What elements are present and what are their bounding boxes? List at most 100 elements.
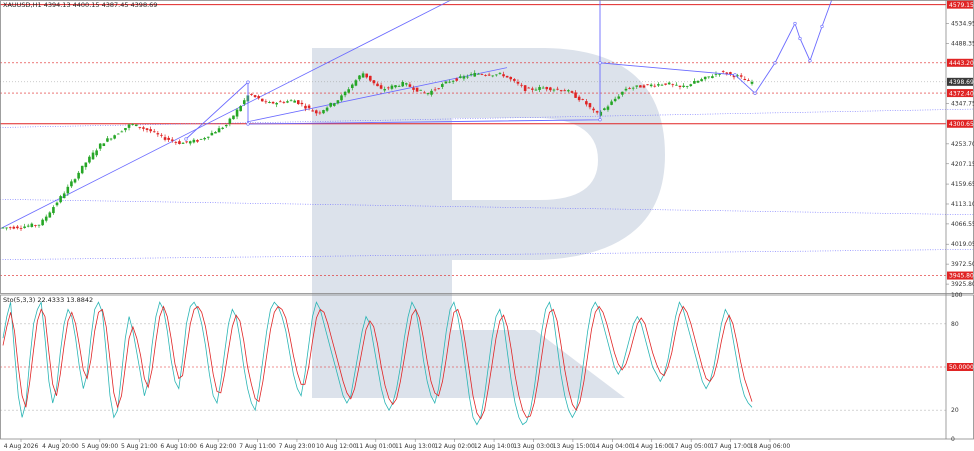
- y-tick-label: 4488.35: [951, 40, 974, 47]
- candle-body: [174, 142, 178, 143]
- candle-body: [282, 102, 286, 104]
- price-label: 4300.65: [949, 121, 974, 128]
- candle-body: [149, 129, 152, 132]
- candle-body: [495, 74, 498, 76]
- candle-body: [19, 228, 23, 229]
- candle-body: [80, 165, 84, 174]
- candle-body: [405, 83, 408, 85]
- candle-body: [271, 101, 275, 104]
- candle-body: [44, 216, 48, 221]
- candle-body: [657, 84, 660, 86]
- candle-body: [62, 193, 66, 199]
- candle-body: [685, 86, 689, 87]
- candle-body: [102, 143, 106, 147]
- candle-body: [34, 225, 37, 226]
- candle-body: [559, 90, 563, 92]
- candle-body: [26, 225, 30, 227]
- price-label: 4372.40: [949, 90, 974, 97]
- candle-body: [563, 90, 567, 92]
- candle-body: [304, 105, 307, 109]
- candle-body: [134, 124, 138, 127]
- x-tick-label: 5 Aug 09:00: [82, 443, 119, 450]
- candle-body: [739, 75, 743, 77]
- candle-body: [433, 89, 437, 91]
- y-tick-label: 4159.65: [951, 181, 974, 188]
- candle-body: [250, 94, 253, 95]
- candle-body: [289, 100, 293, 102]
- candle-body: [635, 85, 639, 87]
- x-tick-label: 5 Aug 21:00: [121, 443, 158, 450]
- candle-body: [570, 91, 574, 93]
- candle-body: [127, 124, 131, 128]
- projection-node: [598, 61, 602, 65]
- candle-body: [322, 110, 325, 114]
- candle-body: [318, 112, 322, 114]
- candle-body: [106, 138, 109, 142]
- projection-node: [773, 61, 777, 65]
- candle-body: [163, 137, 167, 140]
- candle-body: [214, 132, 217, 134]
- candle-body: [603, 108, 606, 111]
- x-tick-label: 11 Aug 01:00: [356, 443, 397, 450]
- y-tick-label: 4534.95: [951, 21, 974, 28]
- candle-body: [242, 100, 246, 105]
- candle-body: [332, 103, 336, 106]
- x-tick-label: 12 Aug 02:00: [434, 443, 475, 450]
- candle-body: [649, 84, 653, 87]
- x-tick-label: 13 Aug 15:00: [553, 443, 594, 450]
- candle-body: [55, 202, 59, 206]
- candle-body: [372, 80, 376, 84]
- candle-body: [113, 135, 116, 139]
- x-tick-label: 10 Aug 12:00: [316, 443, 357, 450]
- candle-body: [390, 85, 394, 89]
- candle-body: [624, 88, 628, 91]
- candle-body: [347, 89, 350, 93]
- candle-body: [37, 224, 41, 226]
- candle-body: [513, 79, 516, 81]
- candle-body: [523, 85, 527, 91]
- candle-body: [549, 87, 552, 91]
- x-tick-label: 7 Aug 11:00: [239, 443, 276, 450]
- candle-body: [473, 72, 477, 77]
- candle-body: [415, 87, 419, 92]
- x-tick-label: 4 Aug 2026: [4, 443, 39, 450]
- candle-body: [592, 108, 595, 111]
- candle-body: [210, 132, 214, 136]
- projection-node: [598, 118, 602, 122]
- candle-body: [383, 89, 387, 91]
- candle-body: [387, 87, 390, 89]
- candle-body: [160, 134, 163, 136]
- candle-body: [397, 86, 401, 87]
- candle-body: [156, 133, 160, 135]
- candle-body: [293, 100, 296, 103]
- x-tick-label: 6 Aug 10:00: [160, 443, 197, 450]
- candle-body: [667, 82, 671, 85]
- y-tick-label: 3972.50: [951, 261, 974, 268]
- candle-body: [124, 127, 127, 131]
- candle-body: [138, 126, 142, 128]
- candle-body: [466, 76, 469, 78]
- candle-body: [502, 74, 505, 77]
- projection-node: [184, 137, 188, 141]
- candle-body: [131, 124, 134, 125]
- candle-body: [721, 71, 725, 73]
- candle-body: [84, 162, 88, 168]
- candle-body: [401, 81, 405, 87]
- candle-body: [340, 95, 343, 101]
- candle-body: [588, 103, 592, 108]
- stoch-y-tick-label: 20: [951, 407, 959, 414]
- candle-body: [639, 85, 642, 88]
- candle-body: [412, 87, 415, 90]
- candle-body: [505, 75, 509, 78]
- candle-body: [451, 80, 455, 82]
- candle-body: [120, 131, 124, 133]
- projection-node: [820, 24, 824, 29]
- candle-body: [408, 84, 412, 87]
- candle-body: [430, 90, 433, 95]
- candle-body: [311, 110, 314, 112]
- candle-body: [181, 142, 185, 144]
- candle-body: [368, 75, 372, 81]
- candle-body: [581, 99, 585, 100]
- candle-body: [98, 143, 102, 149]
- y-tick-label: 4113.10: [951, 201, 974, 208]
